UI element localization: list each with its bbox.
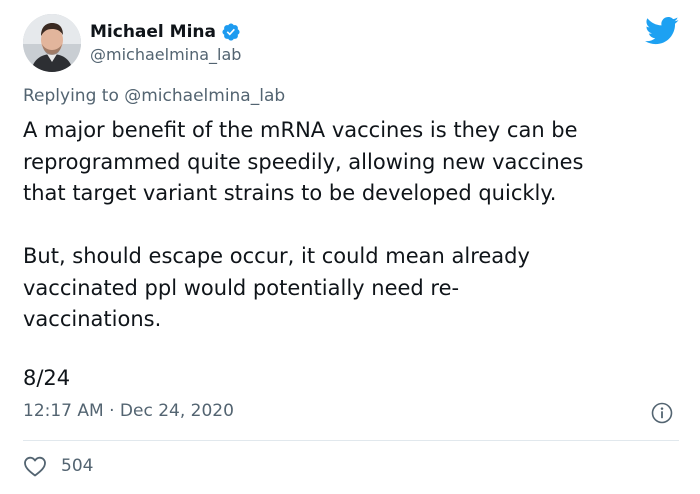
divider (23, 440, 679, 441)
thread-count: 8/24 (23, 366, 71, 390)
avatar-image (23, 14, 81, 72)
author-handle[interactable]: @michaelmina_lab (90, 45, 241, 64)
replying-to: Replying to @michaelmina_lab (23, 86, 285, 106)
tweet-line: vaccinated ppl would potentially need re… (23, 275, 460, 300)
tweet-line: But, should escape occur, it could mean … (23, 244, 530, 268)
tweet-paragraph-2: But, should escape occur, it could mean … (23, 241, 683, 336)
info-icon[interactable] (650, 401, 674, 425)
replying-prefix: Replying to (23, 86, 125, 106)
tweet-line: vaccinations. (23, 307, 162, 331)
tweet-line: that target variant strains to be develo… (23, 181, 557, 205)
tweet-text: A major benefit of the mRNA vaccines is … (23, 115, 683, 336)
heart-icon (24, 456, 46, 477)
author-name-row[interactable]: Michael Mina (90, 20, 241, 44)
reply-mention-link[interactable]: @michaelmina_lab (124, 86, 285, 106)
tweet-line: A major benefit of the mRNA vaccines is … (23, 118, 578, 142)
like-count: 504 (61, 456, 94, 476)
verified-badge-icon (222, 23, 240, 41)
like-button[interactable]: 504 (23, 454, 93, 478)
tweet-timestamp[interactable]: 12:17 AM · Dec 24, 2020 (23, 401, 234, 421)
author-name[interactable]: Michael Mina (90, 22, 216, 42)
avatar[interactable] (23, 14, 81, 72)
tweet-paragraph-1: A major benefit of the mRNA vaccines is … (23, 115, 683, 210)
tweet-line: reprogrammed quite speedily, allowing ne… (23, 149, 584, 174)
twitter-bird-icon[interactable] (645, 16, 679, 46)
